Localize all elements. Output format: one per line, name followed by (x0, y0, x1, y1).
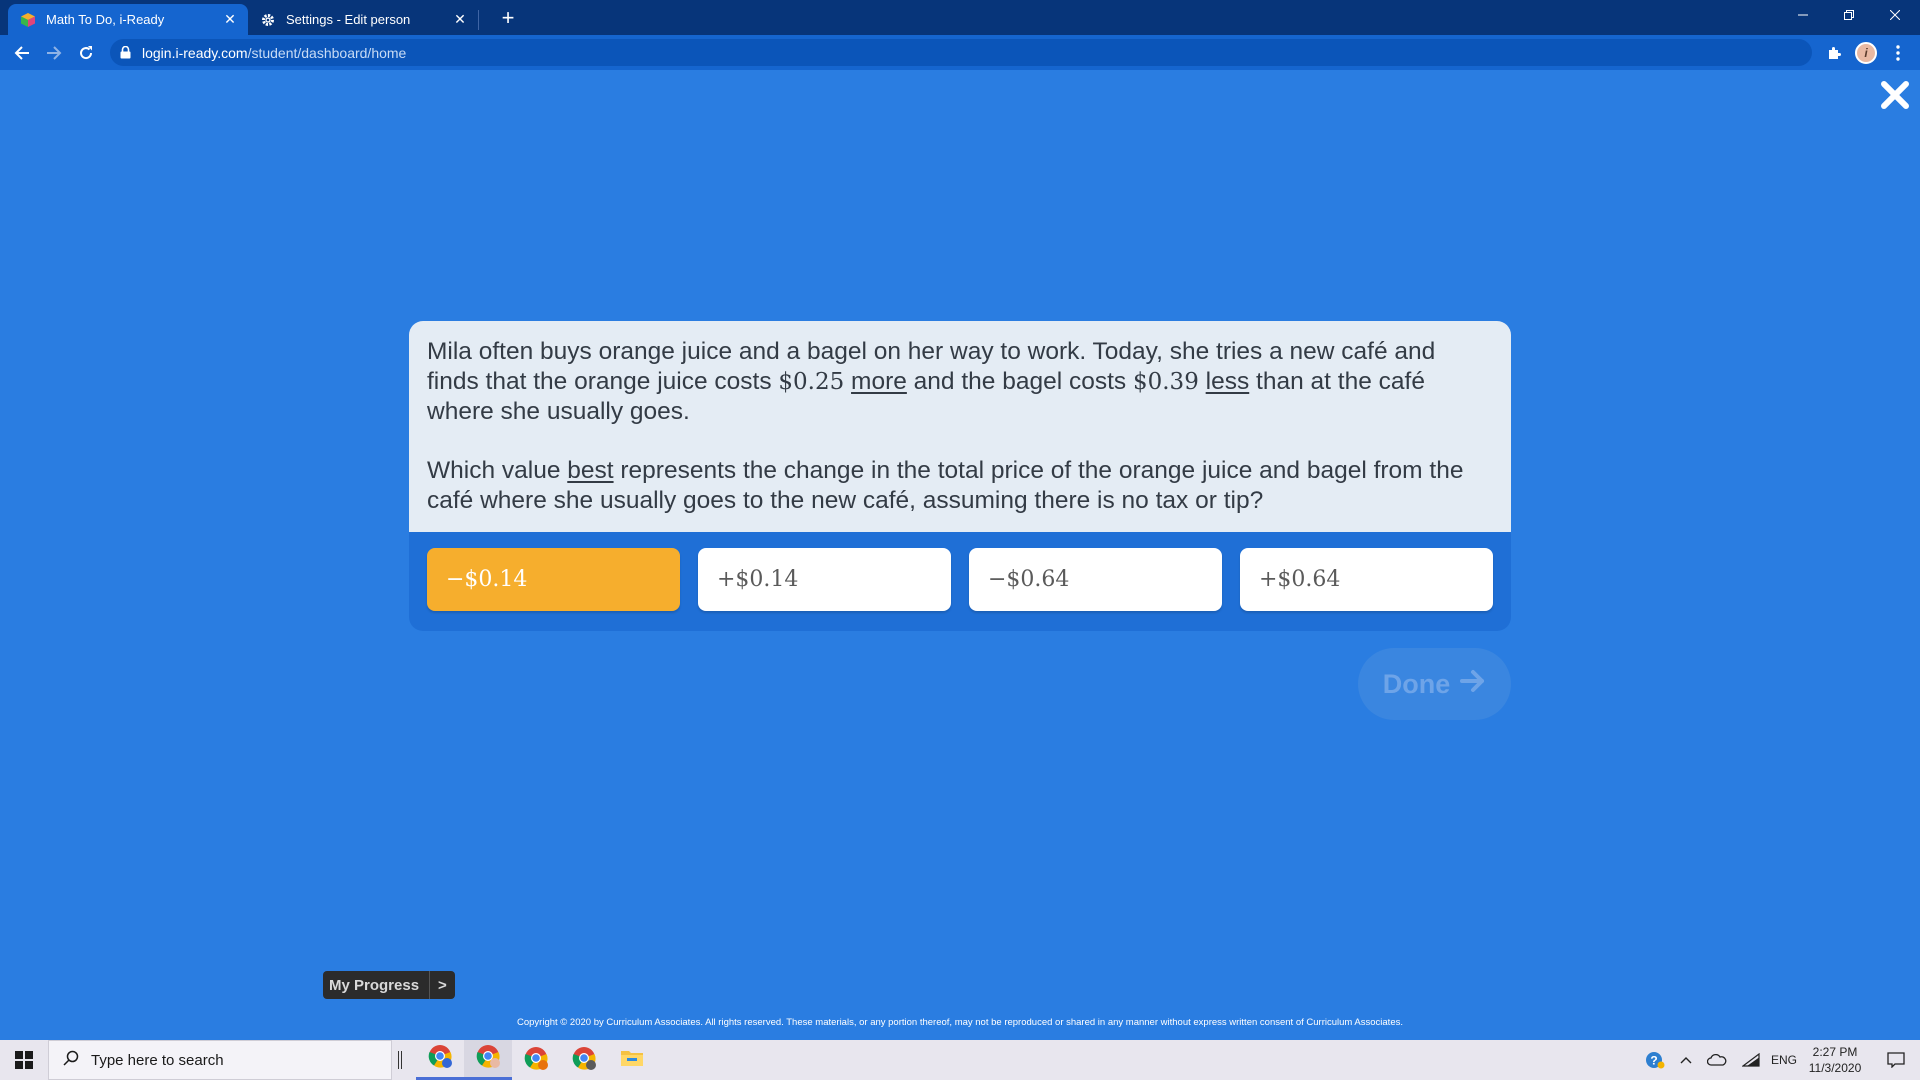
tab-title: Math To Do, i-Ready (46, 12, 165, 27)
lock-icon (120, 46, 132, 60)
chrome-icon (428, 1044, 452, 1073)
question-paragraph-2: Which value best represents the change i… (427, 456, 1491, 516)
tab-close-icon[interactable]: ✕ (452, 11, 468, 28)
folder-icon (620, 1048, 644, 1073)
window-close-icon[interactable] (1872, 0, 1918, 30)
i-ready-cube-icon (20, 12, 36, 28)
tab-settings-edit-person[interactable]: Settings - Edit person ✕ (248, 4, 478, 35)
windows-start-icon[interactable] (0, 1040, 48, 1080)
tab-math-to-do[interactable]: Math To Do, i-Ready ✕ (8, 4, 248, 35)
answer-choice-4[interactable]: +$0.64 (1240, 548, 1493, 611)
arrow-right-icon (1460, 669, 1486, 700)
chrome-icon (572, 1046, 596, 1075)
done-button[interactable]: Done (1358, 648, 1511, 720)
my-progress-label: My Progress (329, 976, 420, 994)
answer-choices: −$0.14 +$0.14 −$0.64 +$0.64 (427, 548, 1493, 611)
url-domain: login.i-ready.com (142, 44, 248, 61)
emphasis-more: more (851, 368, 907, 395)
close-lesson-x-icon[interactable] (1880, 80, 1910, 110)
minimize-icon[interactable] (1780, 0, 1826, 30)
gear-icon (260, 12, 276, 28)
profile-avatar[interactable]: i (1852, 39, 1880, 67)
answer-choice-3[interactable]: −$0.64 (969, 548, 1222, 611)
price-value: $0.39 (1132, 369, 1199, 395)
avatar: i (1855, 42, 1877, 64)
help-icon[interactable]: ? (1640, 1040, 1670, 1080)
notifications-icon[interactable] (1876, 1040, 1916, 1080)
chrome-icon (524, 1046, 548, 1075)
svg-text:?: ? (1650, 1054, 1657, 1068)
clock-date: 11/3/2020 (1808, 1061, 1862, 1075)
taskbar-chrome-profile-1[interactable] (416, 1040, 464, 1080)
system-clock[interactable]: 2:27 PM 11/3/2020 (1800, 1044, 1870, 1076)
answer-choice-2[interactable]: +$0.14 (698, 548, 951, 611)
new-tab-plus-icon[interactable]: + (496, 6, 520, 30)
onedrive-cloud-icon[interactable] (1702, 1040, 1732, 1080)
tab-title: Settings - Edit person (286, 12, 411, 27)
done-label: Done (1382, 668, 1451, 699)
taskbar-chrome-profile-4[interactable] (560, 1040, 608, 1080)
taskbar-chrome-profile-2[interactable] (464, 1040, 512, 1080)
answer-choice-1[interactable]: −$0.14 (427, 548, 680, 611)
text-run: Which value (427, 457, 568, 484)
search-icon (63, 1050, 79, 1071)
extensions-puzzle-icon[interactable] (1820, 39, 1848, 67)
question-text: Mila often buys orange juice and a bagel… (409, 321, 1511, 532)
back-arrow-icon[interactable] (8, 39, 36, 67)
taskbar-file-explorer[interactable] (608, 1040, 656, 1080)
browser-toolbar: login.i-ready.com/student/dashboard/home… (0, 35, 1920, 70)
chrome-menu-kebab-icon[interactable] (1884, 39, 1912, 67)
search-placeholder: Type here to search (91, 1051, 224, 1069)
browser-tab-strip: Math To Do, i-Ready ✕ Settings - Edit pe… (0, 0, 1920, 35)
my-progress-button[interactable]: My Progress > (323, 971, 455, 999)
wifi-icon[interactable] (1736, 1040, 1766, 1080)
url-path: /student/dashboard/home (247, 44, 407, 61)
tab-divider (478, 10, 479, 30)
emphasis-best: best (567, 457, 614, 484)
taskbar-search-box[interactable]: Type here to search (48, 1040, 392, 1080)
text-run: and the bagel costs (906, 368, 1133, 395)
input-language[interactable]: ENG (1768, 1040, 1800, 1080)
task-view-icon[interactable] (395, 1040, 405, 1080)
reload-icon[interactable] (72, 39, 100, 67)
price-value: $0.25 (778, 369, 845, 395)
emphasis-less: less (1205, 368, 1250, 395)
taskbar-chrome-profile-3[interactable] (512, 1040, 560, 1080)
question-card: Mila often buys orange juice and a bagel… (409, 321, 1511, 631)
clock-time: 2:27 PM (1812, 1045, 1858, 1059)
copyright-notice: Copyright © 2020 by Curriculum Associate… (517, 1017, 1403, 1028)
tab-close-icon[interactable]: ✕ (222, 11, 238, 28)
forward-arrow-icon[interactable] (40, 39, 68, 67)
lesson-page: Mila often buys orange juice and a bagel… (0, 70, 1920, 1040)
chevron-right-icon: > (429, 971, 455, 999)
windows-taskbar: Type here to search ? ENG 2:27 PM 11/3/2… (0, 1040, 1920, 1080)
chrome-icon (476, 1044, 500, 1073)
restore-icon[interactable] (1826, 0, 1872, 30)
question-paragraph-1: Mila often buys orange juice and a bagel… (427, 337, 1491, 427)
chevron-up-icon[interactable] (1674, 1040, 1698, 1080)
address-bar[interactable]: login.i-ready.com/student/dashboard/home (110, 39, 1812, 66)
